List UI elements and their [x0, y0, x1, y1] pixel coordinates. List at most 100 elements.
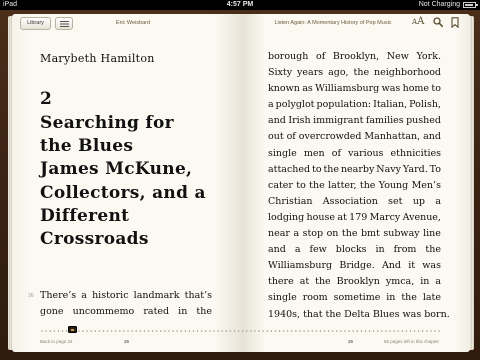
- word: Bridge.: [339, 260, 375, 272]
- word: of: [316, 51, 326, 62]
- word: known: [268, 83, 300, 95]
- word: ethnicities: [390, 147, 441, 159]
- search-icon[interactable]: [433, 17, 443, 27]
- text-line: lodging house at 179 Marcy Avenue,: [268, 210, 441, 226]
- word: from: [393, 244, 417, 256]
- text-line: single men of various ethnicities: [268, 146, 441, 162]
- word: and: [268, 244, 286, 256]
- word: Irish: [288, 115, 311, 127]
- back-to-page-link[interactable]: Back to page 24: [40, 339, 73, 344]
- text-line: borough of Brooklyn, New York.: [268, 49, 441, 65]
- bookmark-icon[interactable]: [451, 17, 459, 28]
- text-line: Sixty years ago, the neighborhood: [268, 65, 441, 81]
- text-line: and Irish immigrant families pushed: [268, 113, 441, 129]
- page-scrubber[interactable]: [40, 330, 440, 332]
- word: Brooklyn: [336, 276, 380, 288]
- word: Williamsburg: [268, 260, 333, 272]
- text-line: near a stop on the bmt subway line: [268, 226, 441, 242]
- library-button[interactable]: Library: [20, 17, 51, 30]
- word: families: [365, 115, 404, 127]
- word: cater: [268, 179, 293, 191]
- word: To: [429, 163, 441, 175]
- word: late: [422, 292, 441, 304]
- word: Sixty: [268, 67, 293, 79]
- word: There’s: [40, 290, 77, 301]
- word: ymca,: [385, 276, 415, 288]
- word: as: [302, 83, 313, 95]
- word: the: [359, 179, 376, 191]
- battery-status: Not Charging: [418, 0, 478, 10]
- chapter-number: 2: [40, 89, 52, 109]
- word: out: [268, 131, 284, 143]
- word: Navy: [376, 163, 401, 175]
- word: the: [309, 179, 325, 191]
- chapter-title-line: Collectors, and a: [40, 182, 206, 203]
- word: on: [326, 228, 339, 240]
- word: at: [299, 276, 310, 288]
- word: attached: [268, 163, 311, 175]
- word: sometime: [333, 292, 381, 304]
- word: Manhattan,: [364, 131, 421, 143]
- word: pushed: [406, 115, 441, 127]
- word: Young: [378, 179, 409, 191]
- word: Men’s: [411, 179, 441, 191]
- word: it: [408, 260, 416, 272]
- word: was: [381, 83, 401, 95]
- word: latter,: [328, 179, 357, 191]
- word: a: [435, 276, 441, 288]
- word: rated: [143, 306, 170, 317]
- word: uncommemo: [72, 306, 135, 317]
- book-author: Eric Weisbard: [115, 20, 151, 26]
- word: the: [196, 306, 212, 317]
- word: historic: [92, 290, 129, 301]
- word: various: [348, 147, 384, 159]
- chapter-author: Marybeth Hamilton: [40, 52, 155, 65]
- word: subway: [383, 228, 420, 240]
- chapter-title-line: Searching for: [40, 113, 174, 133]
- word: the: [323, 163, 340, 175]
- word: in: [178, 306, 188, 317]
- word: of: [286, 131, 296, 143]
- word: Yard.: [402, 163, 428, 175]
- text-line: out of overcrowded Manhattan, and: [268, 129, 441, 145]
- word: Marcy: [369, 211, 401, 223]
- word: to: [312, 163, 322, 175]
- word: ago,: [328, 67, 349, 79]
- word: line: [423, 228, 441, 240]
- word: men: [303, 147, 325, 159]
- text-line: and a few blocks in from the: [268, 242, 441, 258]
- word: the: [425, 244, 441, 256]
- word: in: [420, 276, 430, 288]
- word: borough: [268, 51, 309, 62]
- word: neighborhood: [374, 67, 441, 79]
- chapter-title-line: Different: [40, 205, 130, 226]
- word: house: [306, 211, 335, 223]
- word: near: [268, 228, 290, 240]
- text-line: There’s a historic landmark that’s: [40, 288, 212, 304]
- text-line: known as Williamsburg was home to: [268, 81, 441, 97]
- word: few: [309, 244, 327, 256]
- text-line: single room sometime in the late: [268, 290, 441, 306]
- word: a: [268, 99, 274, 111]
- chapter-title-line: Crossroads: [40, 229, 149, 250]
- text-line: Christian Association set up a: [268, 194, 441, 210]
- text-line: Williamsburg Bridge. And it was: [268, 258, 441, 274]
- word: immigrant: [313, 115, 364, 127]
- font-size-icon[interactable]: AA: [412, 16, 424, 27]
- word: gone: [40, 306, 64, 317]
- word: nearby: [340, 163, 375, 175]
- charging-label: Not Charging: [418, 1, 460, 8]
- word: at: [337, 211, 347, 223]
- word: single: [268, 147, 297, 159]
- word: single: [268, 292, 297, 304]
- chapter-title-line: James McKune,: [40, 159, 193, 180]
- table-of-contents-button[interactable]: [55, 17, 73, 30]
- word: Polish,: [409, 99, 441, 111]
- word: a: [294, 244, 301, 256]
- word: Association: [322, 195, 378, 207]
- word: 1940s, that the Delta Blues was born.: [268, 308, 450, 320]
- word: stop: [302, 228, 324, 240]
- text-line: gone uncommemo rated in the: [40, 304, 212, 320]
- scrubber-thumb[interactable]: [68, 326, 77, 333]
- word: the: [353, 67, 370, 79]
